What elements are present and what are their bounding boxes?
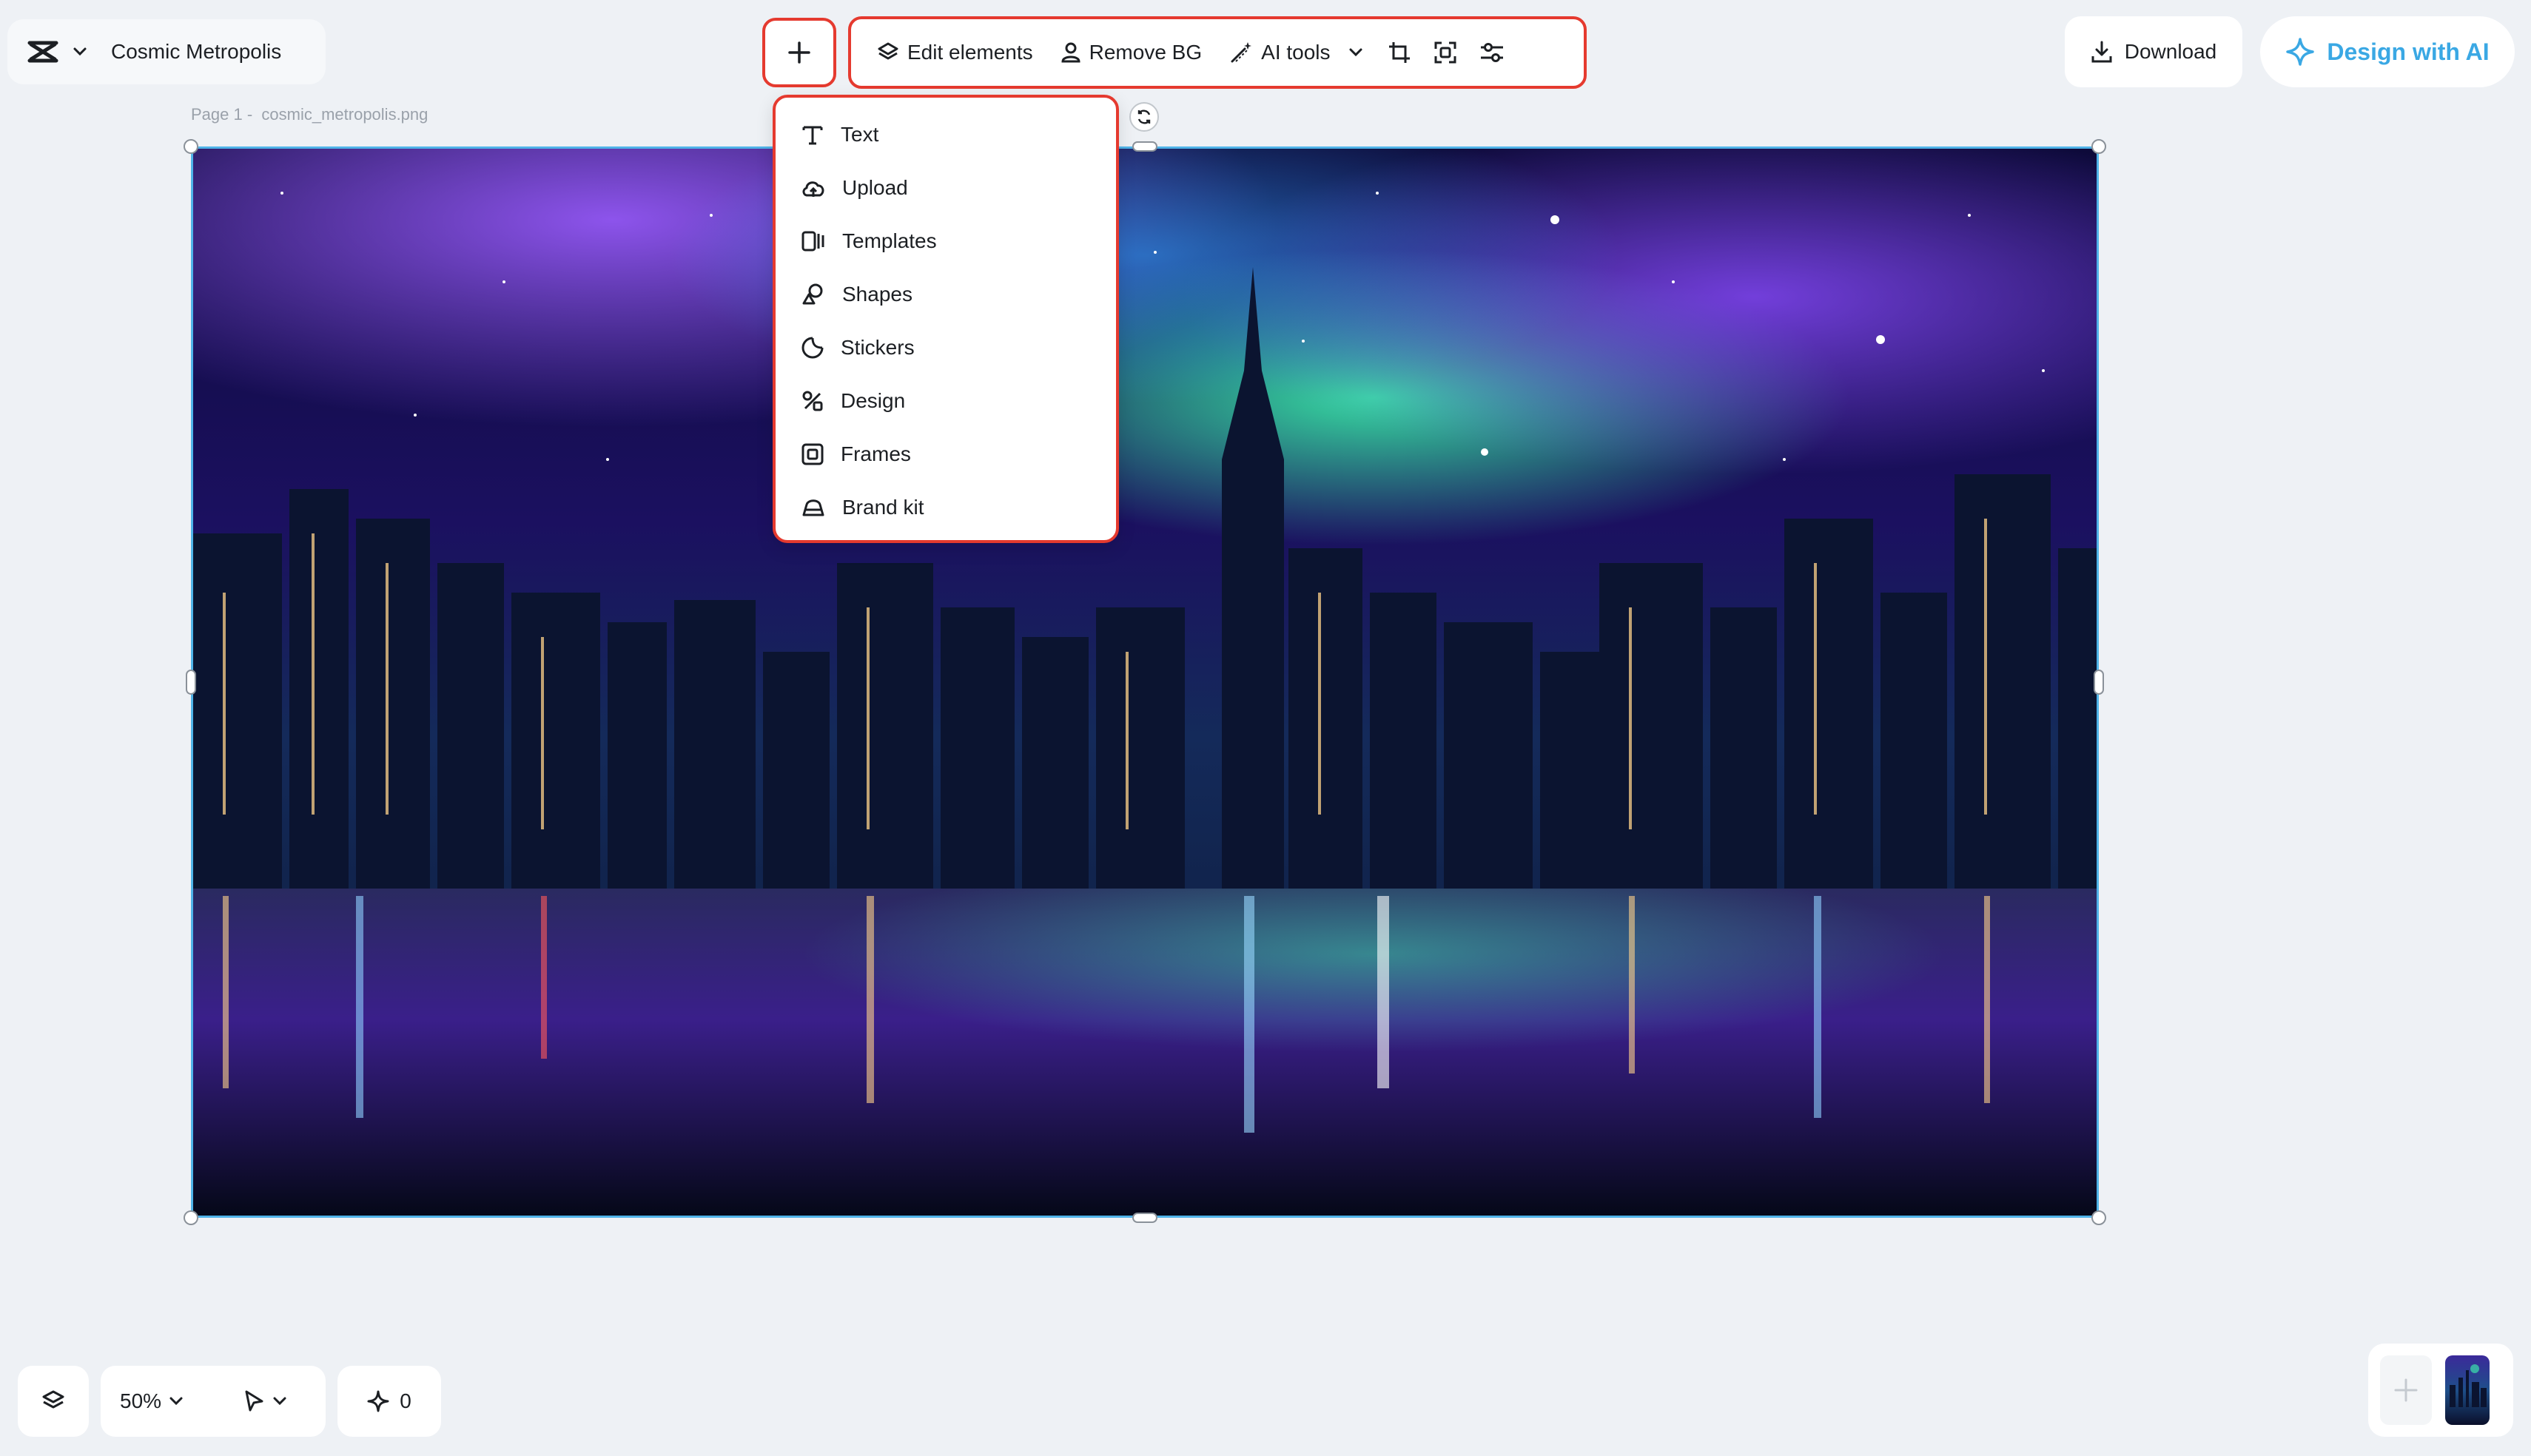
ai-tools-button[interactable]: AI tools: [1215, 27, 1376, 78]
person-icon: [1060, 41, 1082, 64]
chevron-down-icon[interactable]: [272, 1396, 287, 1406]
menu-item-brand-kit[interactable]: Brand kit: [776, 481, 1116, 534]
resize-handle-top[interactable]: [1132, 141, 1157, 152]
download-label: Download: [2124, 40, 2217, 63]
capcut-logo-icon: [27, 38, 59, 65]
menu-item-label: Design: [841, 389, 906, 412]
remove-bg-label: Remove BG: [1089, 41, 1203, 64]
design-with-ai-label: Design with AI: [2327, 38, 2490, 65]
pages-panel: [2368, 1344, 2513, 1437]
layers-icon: [41, 1389, 66, 1414]
page-filename: cosmic_metropolis.png: [261, 105, 428, 124]
resize-handle-right[interactable]: [2094, 670, 2104, 695]
menu-item-text[interactable]: Text: [776, 108, 1116, 161]
menu-item-label: Frames: [841, 442, 911, 465]
sliders-icon: [1479, 40, 1505, 65]
design-with-ai-button[interactable]: Design with AI: [2260, 16, 2515, 87]
menu-item-shapes[interactable]: Shapes: [776, 268, 1116, 321]
scan-icon: [1433, 40, 1458, 65]
shapes-icon: [801, 283, 826, 306]
add-button[interactable]: [762, 18, 836, 87]
rotate-icon: [1135, 108, 1153, 126]
rotate-handle[interactable]: [1129, 102, 1159, 132]
layers-icon: [876, 41, 900, 64]
chevron-down-icon[interactable]: [73, 47, 87, 57]
menu-item-frames[interactable]: Frames: [776, 428, 1116, 481]
edit-elements-label: Edit elements: [907, 41, 1033, 64]
page-number: Page 1 -: [191, 105, 253, 124]
menu-item-upload[interactable]: Upload: [776, 161, 1116, 215]
brand-kit-icon: [801, 496, 826, 519]
page-label: Page 1 - cosmic_metropolis.png: [191, 105, 428, 124]
edit-elements-button[interactable]: Edit elements: [863, 27, 1046, 78]
credits-count: 0: [400, 1389, 411, 1412]
pointer-icon[interactable]: [243, 1389, 265, 1413]
add-page-button[interactable]: [2380, 1355, 2432, 1425]
sparkle-icon: [367, 1390, 389, 1412]
cosmic-city-image: [193, 149, 2097, 1216]
layers-button[interactable]: [18, 1366, 89, 1437]
plus-icon: [787, 40, 812, 65]
plus-icon: [2393, 1377, 2419, 1403]
zoom-level[interactable]: 50%: [120, 1389, 161, 1413]
download-icon: [2091, 40, 2113, 64]
project-menu[interactable]: Cosmic Metropolis: [7, 19, 326, 84]
zoom-controls: 50%: [101, 1366, 326, 1437]
menu-item-label: Shapes: [842, 283, 912, 306]
download-button[interactable]: Download: [2065, 16, 2242, 87]
resize-handle-top-right[interactable]: [2091, 139, 2106, 154]
add-menu: Text Upload Templates Shapes Stickers De…: [773, 95, 1119, 543]
resize-handle-left[interactable]: [186, 670, 196, 695]
frames-icon: [801, 442, 824, 466]
resize-handle-bottom[interactable]: [1132, 1213, 1157, 1223]
resize-handle-top-left[interactable]: [184, 139, 198, 154]
image-toolbar: Edit elements Remove BG AI tools: [848, 16, 1587, 89]
menu-item-label: Text: [841, 123, 879, 146]
menu-item-design[interactable]: Design: [776, 374, 1116, 428]
cloud-upload-icon: [801, 176, 826, 200]
menu-item-label: Templates: [842, 229, 937, 252]
page-thumbnail[interactable]: [2445, 1355, 2490, 1425]
ai-tools-label: AI tools: [1261, 41, 1331, 64]
ai-sparkle-icon: [2285, 37, 2315, 67]
design-icon: [801, 389, 824, 413]
adjust-button[interactable]: [1468, 27, 1516, 78]
menu-item-stickers[interactable]: Stickers: [776, 321, 1116, 374]
sticker-icon: [801, 336, 824, 360]
ai-credits-button[interactable]: 0: [337, 1366, 441, 1437]
remove-bg-button[interactable]: Remove BG: [1046, 27, 1216, 78]
chevron-down-icon[interactable]: [169, 1396, 184, 1406]
text-icon: [801, 123, 824, 146]
crop-icon: [1387, 40, 1412, 65]
templates-icon: [801, 229, 826, 253]
crop-button[interactable]: [1377, 27, 1422, 78]
chevron-down-icon: [1348, 47, 1363, 58]
resize-handle-bottom-right[interactable]: [2091, 1210, 2106, 1225]
menu-item-label: Upload: [842, 176, 908, 199]
project-title[interactable]: Cosmic Metropolis: [111, 40, 281, 64]
menu-item-templates[interactable]: Templates: [776, 215, 1116, 268]
magic-wand-icon: [1228, 40, 1254, 65]
canvas-image[interactable]: [191, 146, 2099, 1218]
smart-select-button[interactable]: [1422, 27, 1468, 78]
menu-item-label: Brand kit: [842, 496, 924, 519]
menu-item-label: Stickers: [841, 336, 915, 359]
resize-handle-bottom-left[interactable]: [184, 1210, 198, 1225]
